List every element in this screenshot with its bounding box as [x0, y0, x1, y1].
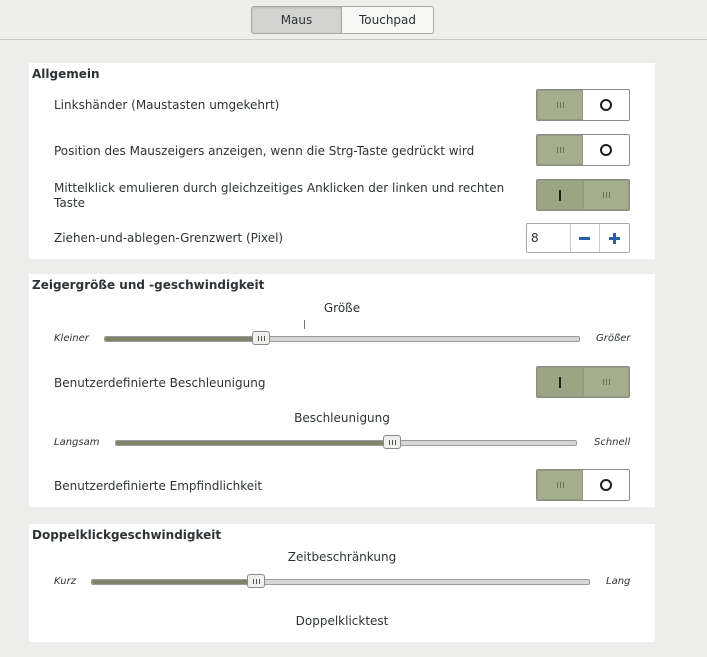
off-circle-icon: [600, 479, 612, 491]
acceleration-min-label: Langsam: [54, 437, 100, 448]
switch-off-state: [583, 135, 629, 165]
size-slider[interactable]: [104, 331, 580, 345]
switch-off-handle: [537, 90, 583, 120]
switch-on-handle: [583, 367, 629, 397]
middle-click-label: Mittelklick emulieren durch gleichzeitig…: [54, 181, 504, 211]
double-click-section: Doppelklickgeschwindigkeit Zeitbeschränk…: [29, 524, 655, 642]
custom-accel-switch[interactable]: [536, 366, 630, 398]
timeout-scale-title: Zeitbeschränkung: [287, 550, 397, 564]
middle-click-label-line1: Mittelklick emulieren durch gleichzeitig…: [54, 181, 505, 195]
tab-touchpad[interactable]: Touchpad: [342, 7, 433, 33]
custom-sensitivity-label: Benutzerdefinierte Empfindlichkeit: [54, 479, 263, 493]
increment-button[interactable]: [599, 224, 629, 252]
custom-sensitivity-switch[interactable]: [536, 469, 630, 501]
timeout-min-label: Kurz: [54, 576, 76, 587]
switch-off-handle: [537, 470, 583, 500]
drag-threshold-input[interactable]: 8: [527, 224, 571, 252]
left-handed-switch[interactable]: [536, 89, 630, 121]
slider-fill: [105, 337, 262, 341]
custom-accel-label: Benutzerdefinierte Beschleunigung: [54, 376, 266, 390]
off-circle-icon: [600, 144, 612, 156]
decrement-button[interactable]: [571, 224, 600, 252]
size-default-mark: [304, 320, 305, 329]
off-circle-icon: [600, 99, 612, 111]
switch-off-state: [583, 470, 629, 500]
switch-on-state: [537, 367, 583, 397]
timeout-max-label: Lang: [606, 576, 631, 587]
locate-pointer-switch[interactable]: [536, 134, 630, 166]
switch-on-state: [537, 180, 583, 210]
plus-icon: [609, 232, 621, 244]
general-section-title: Allgemein: [32, 67, 100, 81]
middle-click-label-line2: Taste: [54, 196, 86, 210]
minus-icon: [579, 236, 591, 240]
drag-threshold-label: Ziehen-und-ablegen-Grenzwert (Pixel): [54, 231, 284, 245]
double-click-test-area[interactable]: Doppelklicktest: [262, 614, 422, 628]
acceleration-slider[interactable]: [115, 435, 577, 449]
grip-icon: [257, 335, 265, 341]
pointer-section: Zeigergröße und -geschwindigkeit Größe K…: [29, 274, 655, 507]
grip-icon: [602, 379, 610, 385]
grip-icon: [388, 439, 396, 445]
acceleration-scale-title: Beschleunigung: [294, 411, 390, 425]
double-click-section-title: Doppelklickgeschwindigkeit: [32, 528, 222, 542]
size-max-label: Größer: [596, 333, 631, 344]
pointer-section-title: Zeigergröße und -geschwindigkeit: [32, 278, 265, 292]
switch-on-handle: [583, 180, 629, 210]
left-handed-label: Linkshänder (Maustasten umgekehrt): [54, 98, 280, 112]
middle-click-switch[interactable]: [536, 179, 630, 211]
slider-knob[interactable]: [383, 435, 401, 449]
timeout-slider[interactable]: [91, 574, 590, 588]
on-line-icon: [559, 376, 561, 388]
slider-fill: [92, 580, 256, 584]
slider-knob[interactable]: [252, 331, 271, 345]
acceleration-max-label: Schnell: [594, 437, 631, 448]
locate-pointer-label: Position des Mauszeigers anzeigen, wenn …: [54, 144, 475, 158]
tab-switcher: Maus Touchpad: [251, 6, 434, 34]
drag-threshold-spinbutton: 8: [526, 223, 630, 253]
grip-icon: [556, 102, 564, 108]
size-min-label: Kleiner: [54, 333, 89, 344]
grip-icon: [556, 482, 564, 488]
switch-off-handle: [537, 135, 583, 165]
general-section: Allgemein Linkshänder (Maustasten umgeke…: [29, 63, 655, 259]
on-line-icon: [559, 189, 561, 201]
tab-maus[interactable]: Maus: [252, 7, 342, 33]
top-bar: Maus Touchpad: [0, 0, 707, 40]
slider-knob[interactable]: [247, 574, 265, 588]
switch-off-state: [583, 90, 629, 120]
grip-icon: [602, 192, 610, 198]
grip-icon: [252, 578, 260, 584]
slider-fill: [116, 441, 392, 445]
grip-icon: [556, 147, 564, 153]
size-scale-title: Größe: [323, 301, 361, 315]
